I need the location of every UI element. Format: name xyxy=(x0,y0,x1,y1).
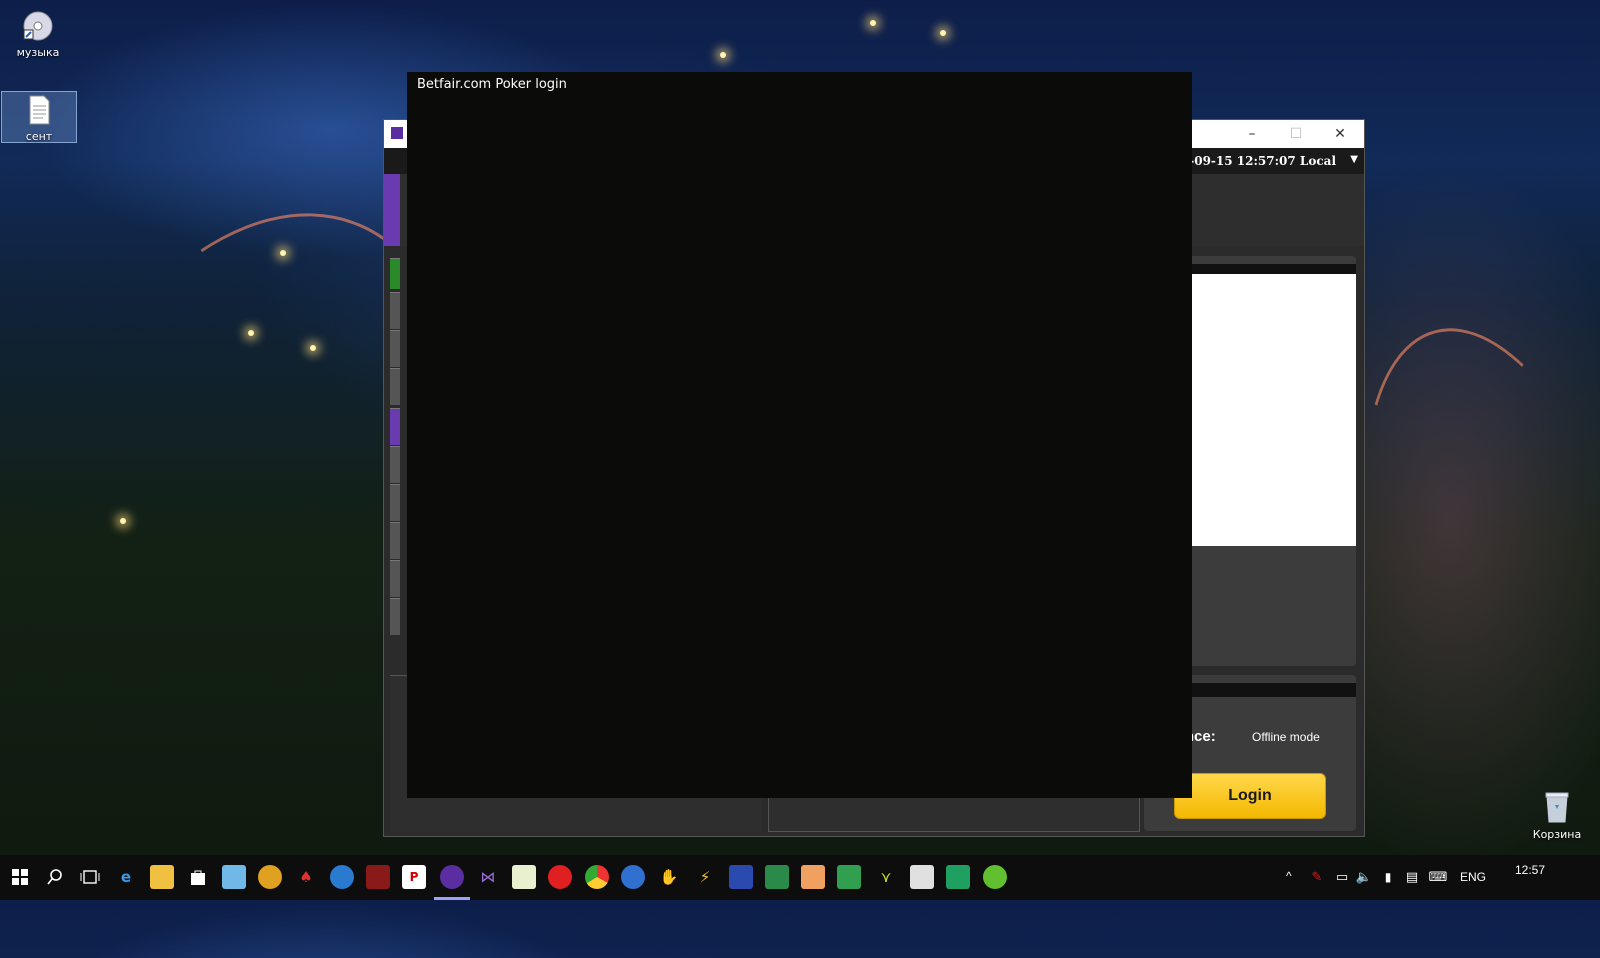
language-indicator[interactable]: ENG xyxy=(1460,870,1486,884)
taskbar: e ♠ P ⋈ ✋ ⚡ ⋎ ^ ✎ ▭ 🔈 ▮ ▤ ⌨ ENG 12:57 xyxy=(0,855,1600,900)
recycle-bin-icon xyxy=(1545,792,1569,823)
accent-strip xyxy=(384,174,400,246)
app-icon[interactable] xyxy=(946,865,970,889)
app-icon[interactable] xyxy=(258,865,282,889)
lobby-tab[interactable] xyxy=(390,560,400,597)
close-button[interactable]: ✕ xyxy=(1320,124,1360,144)
chevron-down-icon[interactable]: ▼ xyxy=(1350,154,1358,165)
text-file-icon xyxy=(29,95,50,125)
music-disc-icon xyxy=(23,11,53,41)
app-icon[interactable] xyxy=(910,865,934,889)
app-icon[interactable]: P xyxy=(402,865,426,889)
app-icon[interactable] xyxy=(765,865,789,889)
balance-status: Offline mode xyxy=(1252,730,1320,744)
app-icon[interactable]: ♠ xyxy=(294,865,318,889)
news-content xyxy=(1170,274,1356,546)
app-icon[interactable]: ⚡ xyxy=(693,865,717,889)
app-icon[interactable] xyxy=(366,865,390,889)
notes-icon[interactable] xyxy=(222,865,246,889)
app-icon[interactable] xyxy=(330,865,354,889)
store-icon[interactable] xyxy=(186,865,210,889)
panel-header xyxy=(1170,264,1356,274)
minimize-button[interactable]: – xyxy=(1232,124,1272,144)
app-icon[interactable] xyxy=(729,865,753,889)
action-center-icon[interactable]: ▤ xyxy=(1400,865,1424,889)
clock[interactable]: 12:57 xyxy=(1515,863,1545,877)
search-icon[interactable] xyxy=(43,865,67,889)
lobby-tab[interactable] xyxy=(390,258,400,289)
lobby-tab[interactable] xyxy=(390,598,400,635)
desktop-icon-label: сент xyxy=(25,130,53,143)
app-icon[interactable]: ⋎ xyxy=(874,865,898,889)
visual-studio-icon[interactable]: ⋈ xyxy=(476,865,500,889)
show-hidden-icons-icon[interactable]: ^ xyxy=(1286,869,1292,883)
app-icon[interactable] xyxy=(801,865,825,889)
maximize-button[interactable]: ☐ xyxy=(1276,124,1316,144)
app-icon xyxy=(391,127,403,139)
lobby-tab[interactable] xyxy=(390,446,400,483)
network-icon[interactable]: ▭ xyxy=(1330,865,1354,889)
app-icon[interactable] xyxy=(512,865,536,889)
login-button[interactable]: Login xyxy=(1174,773,1326,819)
file-explorer-icon[interactable] xyxy=(150,865,174,889)
app-icon[interactable]: ✋ xyxy=(657,865,681,889)
desktop-icon-music[interactable]: музыка xyxy=(1,4,75,59)
volume-icon[interactable]: 🔈 xyxy=(1352,865,1376,889)
task-view-icon[interactable] xyxy=(78,865,102,889)
lobby-tab[interactable] xyxy=(390,368,400,405)
desktop-icon-text-file[interactable]: сент xyxy=(1,91,77,143)
lobby-tab[interactable] xyxy=(390,330,400,367)
chrome-icon[interactable] xyxy=(585,865,609,889)
lobby-tab[interactable] xyxy=(390,522,400,559)
desktop-icon-recycle-bin[interactable]: Корзина xyxy=(1520,790,1594,841)
news-panel xyxy=(1170,256,1356,666)
edge-browser-icon[interactable]: e xyxy=(114,865,138,889)
yandex-browser-icon[interactable] xyxy=(548,865,572,889)
app-icon[interactable] xyxy=(621,865,645,889)
lobby-tab[interactable] xyxy=(390,484,400,521)
keyboard-icon[interactable]: ⌨ xyxy=(1426,865,1450,889)
dialog-title: Betfair.com Poker login xyxy=(417,77,567,92)
app-icon[interactable] xyxy=(983,865,1007,889)
login-dialog[interactable]: Betfair.com Poker login xyxy=(407,72,1192,798)
windows-start-icon[interactable] xyxy=(8,865,32,889)
lobby-tab[interactable] xyxy=(390,292,400,329)
desktop-icon-label: музыка xyxy=(16,46,60,59)
lobby-tab[interactable] xyxy=(390,408,400,445)
app-icon[interactable] xyxy=(837,865,861,889)
poker-app-icon[interactable] xyxy=(440,865,464,889)
battery-icon[interactable]: ▮ xyxy=(1376,865,1400,889)
desktop-icon-label: Корзина xyxy=(1532,828,1582,841)
tray-app-icon[interactable]: ✎ xyxy=(1305,865,1329,889)
